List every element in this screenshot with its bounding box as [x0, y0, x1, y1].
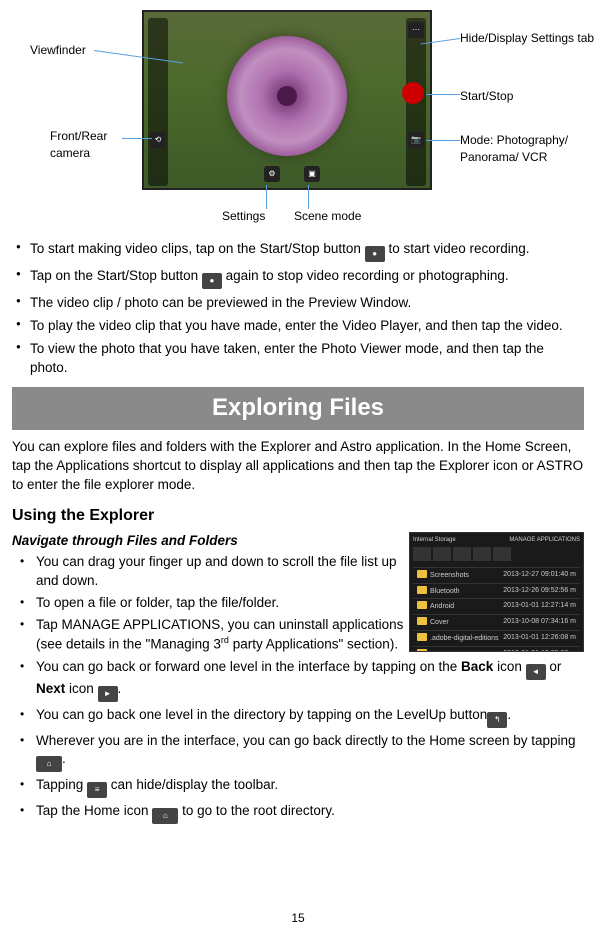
- n5a: You can go back one level in the directo…: [36, 707, 487, 722]
- line-scene-mode: [308, 185, 309, 209]
- label-hide-display: Hide/Display Settings tab: [460, 30, 596, 47]
- explorer-top-right: MANAGE APPLICATIONS: [509, 536, 580, 544]
- camera-diagram: ⋯ 📷 ⟲ ⚙ ▣ Viewfinder Front/Rear camera H…: [12, 10, 584, 230]
- n4d: icon: [65, 681, 97, 696]
- nav-item-levelup: You can go back one level in the directo…: [12, 706, 584, 728]
- home-root-icon: ⌂: [152, 808, 178, 824]
- n3b: party Applications" section).: [229, 637, 398, 652]
- nav-item-toolbar-toggle: Tapping ≡ can hide/display the toolbar.: [12, 776, 584, 798]
- text-b2b: again to stop video recording or photogr…: [226, 268, 509, 283]
- n8b: to go to the root directory.: [178, 803, 335, 818]
- start-stop-inline-icon-2: ●: [202, 273, 222, 289]
- home-screen-icon: ⌂: [36, 756, 62, 772]
- n6a: Wherever you are in the interface, you c…: [36, 733, 576, 748]
- label-viewfinder: Viewfinder: [30, 42, 86, 59]
- back-icon: ◄: [526, 664, 546, 680]
- explorer-top-left: Internal Storage: [413, 536, 456, 544]
- bullet-start-recording: To start making video clips, tap on the …: [12, 240, 584, 262]
- front-rear-icon: ⟲: [150, 132, 166, 148]
- using-explorer-heading: Using the Explorer: [12, 505, 584, 527]
- nav-item-open: To open a file or folder, tap the file/f…: [12, 594, 584, 612]
- n4back: Back: [461, 659, 493, 674]
- n5b: .: [507, 707, 511, 722]
- camera-left-controls: [148, 18, 168, 186]
- bullet-preview: The video clip / photo can be previewed …: [12, 294, 584, 312]
- nav-item-back-forward: You can go back or forward one level in …: [12, 658, 584, 702]
- text-b1b: to start video recording.: [388, 241, 529, 256]
- toolbar-toggle-icon: ≡: [87, 782, 107, 798]
- start-stop-inline-icon: ●: [365, 246, 385, 262]
- start-stop-icon: [402, 82, 424, 104]
- n4b: icon: [493, 659, 525, 674]
- label-start-stop: Start/Stop: [460, 88, 513, 105]
- nav-item-home-root: Tap the Home icon ⌂ to go to the root di…: [12, 802, 584, 824]
- text-b2a: Tap on the Start/Stop button: [30, 268, 202, 283]
- navigate-block: Internal Storage MANAGE APPLICATIONS Scr…: [12, 532, 584, 825]
- bullet-stop-recording: Tap on the Start/Stop button ● again to …: [12, 267, 584, 289]
- bullet-view-photo: To view the photo that you have taken, e…: [12, 340, 584, 376]
- bullet-play-video: To play the video clip that you have mad…: [12, 317, 584, 335]
- n3sup: rd: [221, 635, 229, 645]
- nav-item-home-screen: Wherever you are in the interface, you c…: [12, 732, 584, 772]
- line-start-stop: [426, 94, 460, 95]
- n4next: Next: [36, 681, 65, 696]
- next-icon: ►: [98, 686, 118, 702]
- line-settings: [266, 185, 267, 209]
- n4c: or: [546, 659, 562, 674]
- video-instructions-list: To start making video clips, tap on the …: [12, 240, 584, 377]
- mode-icon: 📷: [408, 132, 424, 148]
- scene-mode-icon: ▣: [304, 166, 320, 182]
- navigate-list: You can drag your finger up and down to …: [12, 553, 584, 824]
- label-settings: Settings: [222, 208, 265, 225]
- camera-screenshot: ⋯ 📷 ⟲ ⚙ ▣: [142, 10, 432, 190]
- settings-icon: ⚙: [264, 166, 280, 182]
- label-front-rear: Front/Rear camera: [50, 128, 130, 162]
- page-number: 15: [291, 910, 304, 927]
- levelup-icon: ↰: [487, 712, 507, 728]
- line-mode: [426, 140, 460, 141]
- section-exploring-files: Exploring Files: [12, 387, 584, 431]
- label-mode: Mode: Photography/ Panorama/ VCR: [460, 132, 596, 166]
- exploring-intro: You can explore files and folders with t…: [12, 438, 584, 495]
- text-b1a: To start making video clips, tap on the …: [30, 241, 365, 256]
- viewfinder-subject: [227, 36, 347, 156]
- line-front-rear: [122, 138, 152, 139]
- n6b: .: [62, 751, 66, 766]
- hide-settings-icon: ⋯: [408, 22, 424, 38]
- n4a: You can go back or forward one level in …: [36, 659, 461, 674]
- nav-item-scroll: You can drag your finger up and down to …: [12, 553, 584, 589]
- n8a: Tap the Home icon: [36, 803, 152, 818]
- n4e: .: [118, 681, 122, 696]
- nav-item-manage-apps: Tap MANAGE APPLICATIONS, you can uninsta…: [12, 616, 584, 654]
- label-scene-mode: Scene mode: [294, 208, 361, 225]
- n7a: Tapping: [36, 777, 87, 792]
- n7b: can hide/display the toolbar.: [107, 777, 278, 792]
